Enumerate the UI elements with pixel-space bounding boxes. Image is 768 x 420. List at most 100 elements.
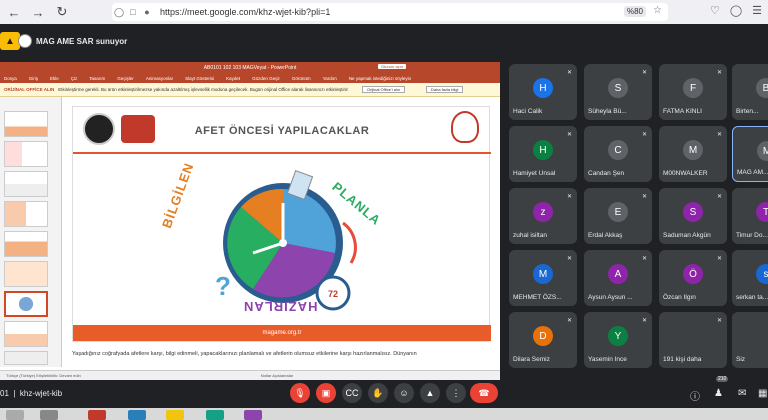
taskbar-item[interactable] xyxy=(166,410,184,420)
get-office-button[interactable]: Orijinal Office'i alın xyxy=(362,86,406,93)
slide-thumbnail[interactable] xyxy=(4,111,48,137)
participant-tile[interactable]: z ✕ zuhal isiltan xyxy=(509,188,577,244)
participant-tile[interactable]: M ✕ MEHMET ÖZS... xyxy=(509,250,577,306)
ribbon-tab[interactable]: Kaydet xyxy=(226,76,240,81)
slide-thumbnail[interactable] xyxy=(4,321,48,347)
muted-mic-icon: ✕ xyxy=(641,70,647,76)
shared-screen: AB0101 102 103 MAGVeyat - PowerPoint Otu… xyxy=(0,62,500,380)
participant-tile[interactable]: S ✕ Saduman Akgün xyxy=(659,188,727,244)
avatar: F xyxy=(683,78,703,98)
participant-tile[interactable]: H ✕ Hamiyet Unsal xyxy=(509,126,577,182)
taskbar-item[interactable] xyxy=(206,410,224,420)
ribbon-tab[interactable]: Gözden Geçir xyxy=(252,76,280,81)
participant-tile[interactable]: ✕ 191 kişi daha xyxy=(659,312,727,368)
back-arrow-icon[interactable]: ← xyxy=(4,2,24,22)
zoom-level[interactable]: %80 xyxy=(623,6,646,17)
shield-icon[interactable]: ◯ xyxy=(112,7,126,18)
browser-toolbar: ← → ↻ ◯ □ ● https://meet.google.com/khz-… xyxy=(0,0,768,24)
muted-mic-icon: ✕ xyxy=(641,256,647,262)
participant-name: 191 kişi daha xyxy=(663,356,702,363)
participant-tile[interactable]: D ✕ Dilara Semiz xyxy=(509,312,577,368)
meeting-code: 01 | khz-wjet-kib xyxy=(0,389,63,398)
account-icon[interactable]: ◯ xyxy=(730,4,742,17)
menu-icon[interactable]: ☰ xyxy=(752,4,762,17)
captions-icon[interactable]: CC xyxy=(342,383,362,403)
participant-tile[interactable]: C ✕ Candan Şen xyxy=(584,126,652,182)
taskbar-item[interactable] xyxy=(6,410,24,420)
present-icon[interactable]: ▲ xyxy=(420,383,440,403)
participant-name: M00NWALKER xyxy=(663,170,708,177)
slide-thumbnail[interactable] xyxy=(4,261,48,287)
avatar: H xyxy=(533,140,553,160)
speaker-notes[interactable]: Yaşadığınız coğrafyada afetlere karşı, b… xyxy=(72,350,500,358)
ribbon-tab[interactable]: Giriş xyxy=(29,76,38,81)
muted-mic-icon: ✕ xyxy=(716,256,722,262)
slide-thumbnail[interactable] xyxy=(4,171,48,197)
lock-icon[interactable]: □ xyxy=(126,7,140,17)
slide-thumbnail[interactable] xyxy=(4,201,48,227)
forward-arrow-icon[interactable]: → xyxy=(28,2,48,22)
slide-thumbnail[interactable] xyxy=(4,351,48,365)
address-bar[interactable]: ◯ □ ● https://meet.google.com/khz-wjet-k… xyxy=(112,3,668,21)
slide-thumbnail-selected[interactable] xyxy=(4,291,48,317)
ribbon-tab[interactable]: Çiz xyxy=(71,76,78,81)
pocket-icon[interactable]: ♡ xyxy=(710,4,720,17)
participant-tile[interactable]: E ✕ Erdal Akkaş xyxy=(584,188,652,244)
participant-tile[interactable]: F ✕ FATMA KINLI xyxy=(659,64,727,120)
ribbon-tab[interactable]: Slayt Gösterisi xyxy=(185,76,214,81)
taskbar-item[interactable] xyxy=(40,410,58,420)
emoji-icon[interactable]: ☺ xyxy=(394,383,414,403)
participant-tile[interactable]: ✕Siz xyxy=(732,312,768,368)
mic-permission-icon[interactable]: ● xyxy=(140,7,154,17)
info-icon[interactable]: ⓘ xyxy=(690,388,700,403)
more-info-button[interactable]: Daha fazla bilgi xyxy=(426,86,464,93)
participant-tile[interactable]: T✕Timur Do... xyxy=(732,188,768,244)
ribbon-tab[interactable]: Tasarım xyxy=(89,76,105,81)
avatar: s xyxy=(756,264,768,284)
participant-tile[interactable]: s✕serkan ta... xyxy=(732,250,768,306)
ribbon-tab[interactable]: Animasyonlar xyxy=(146,76,173,81)
participant-tile[interactable]: B✕Birten... xyxy=(732,64,768,120)
status-notes[interactable]: Notlar Açıklamalar xyxy=(261,373,293,378)
muted-mic-icon: ✕ xyxy=(566,194,572,200)
muted-mic-icon: ✕ xyxy=(641,318,647,324)
slide-thumbnail[interactable] xyxy=(4,141,48,167)
ribbon-tab[interactable]: Görünüm xyxy=(292,76,311,81)
taskbar-item[interactable] xyxy=(128,410,146,420)
tell-me-input[interactable]: Ne yapmak istediğinizi söyleyin xyxy=(349,76,411,81)
participant-tile[interactable]: M✕MAG AM... xyxy=(732,126,768,182)
taskbar-item[interactable] xyxy=(244,410,262,420)
more-options-icon[interactable]: ⋮ xyxy=(446,383,466,403)
slide-title: AFET ÖNCESİ YAPILACAKLAR xyxy=(194,125,370,137)
chat-icon[interactable]: ✉ xyxy=(738,388,746,399)
signin-button[interactable]: Oturum açın xyxy=(378,64,407,69)
participant-tile[interactable]: Y ✕ Yasemin Ince xyxy=(584,312,652,368)
participant-tile[interactable]: A ✕ Aysun Aysun ... xyxy=(584,250,652,306)
mic-off-icon[interactable]: 🎙 xyxy=(290,383,310,403)
avatar: A xyxy=(608,264,628,284)
ribbon-tab[interactable]: Yardım xyxy=(323,76,337,81)
participant-tile[interactable]: Ö ✕ Özcan Ilgın xyxy=(659,250,727,306)
activities-icon[interactable]: ▦ xyxy=(758,388,767,399)
participant-tile[interactable]: S ✕ Süheyla Bü... xyxy=(584,64,652,120)
raise-hand-icon[interactable]: ✋ xyxy=(368,383,388,403)
participant-tile[interactable]: H ✕ Haci Calik xyxy=(509,64,577,120)
bookmark-star-icon[interactable]: ☆ xyxy=(653,5,662,16)
participant-name: FATMA KINLI xyxy=(663,108,702,115)
url-text[interactable]: https://meet.google.com/khz-wjet-kib?pli… xyxy=(160,7,330,17)
avatar: B xyxy=(756,78,768,98)
ribbon-tab[interactable]: Geçişler xyxy=(117,76,134,81)
ribbon-tab[interactable]: Ekle xyxy=(50,76,59,81)
participant-tile[interactable]: M ✕ M00NWALKER xyxy=(659,126,727,182)
muted-mic-icon: ✕ xyxy=(566,70,572,76)
camera-off-icon[interactable]: ▣ xyxy=(316,383,336,403)
avatar: M xyxy=(533,264,553,284)
end-call-icon[interactable]: ☎ xyxy=(470,383,498,403)
reload-icon[interactable]: ↻ xyxy=(52,2,72,22)
slide-thumbnail[interactable] xyxy=(4,231,48,257)
ribbon-tab[interactable]: Dosya xyxy=(4,76,17,81)
banner-text: Etkinleştirme gerekli. Bu ürün etkinleşt… xyxy=(58,87,349,92)
avatar: S xyxy=(608,78,628,98)
taskbar-item[interactable] xyxy=(88,410,106,420)
people-icon[interactable]: ♟ xyxy=(714,388,723,399)
